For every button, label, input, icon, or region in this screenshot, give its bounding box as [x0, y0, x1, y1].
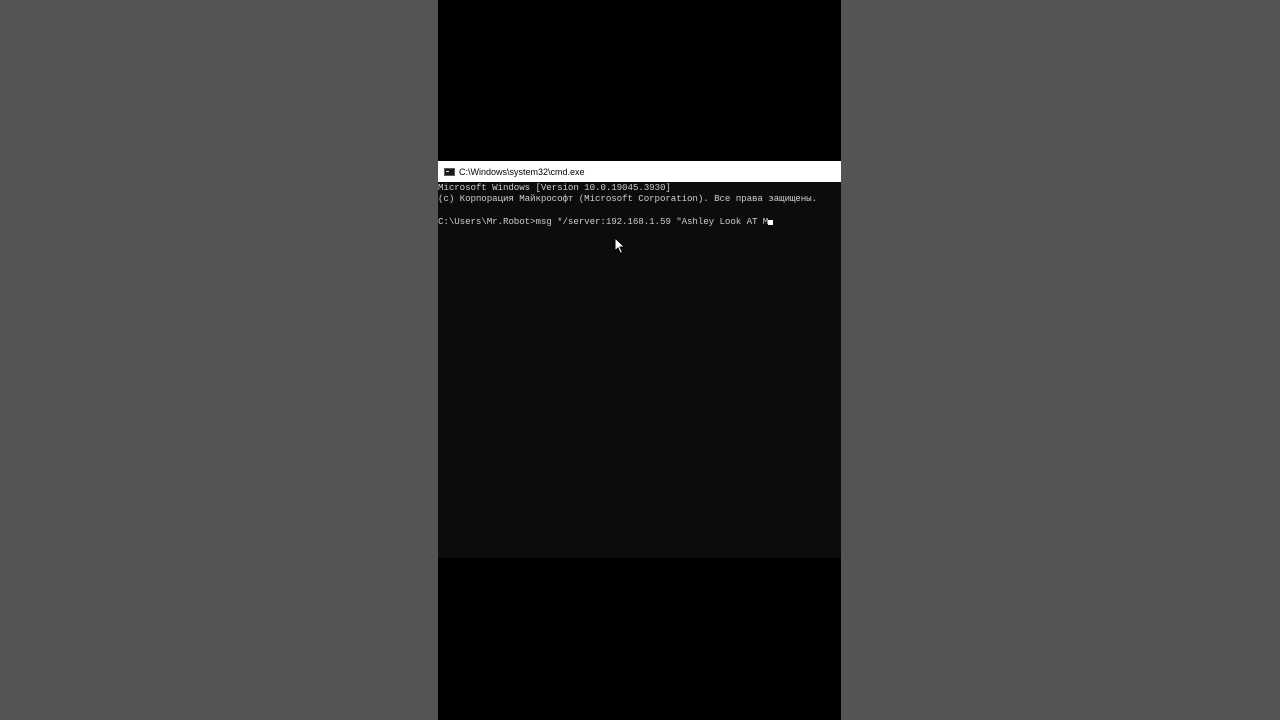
console-output[interactable]: Microsoft Windows [Version 10.0.19045.39… — [438, 182, 841, 558]
cmd-window[interactable]: C:\Windows\system32\cmd.exe Microsoft Wi… — [438, 161, 841, 558]
console-line-copyright: (c) Корпорация Майкрософт (Microsoft Cor… — [438, 193, 817, 205]
window-title: C:\Windows\system32\cmd.exe — [459, 166, 585, 177]
console-command-line[interactable]: C:\Users\Mr.Robot>msg */server:192.168.1… — [438, 216, 841, 227]
cmd-icon — [444, 167, 455, 176]
text-cursor — [768, 219, 774, 225]
mouse-cursor-icon — [614, 237, 626, 255]
console-line-version: Microsoft Windows [Version 10.0.19045.39… — [438, 182, 671, 193]
command-prompt-text: C:\Users\Mr.Robot>msg */server:192.168.1… — [438, 215, 769, 227]
video-frame: C:\Windows\system32\cmd.exe Microsoft Wi… — [438, 0, 841, 720]
title-bar[interactable]: C:\Windows\system32\cmd.exe — [438, 161, 841, 182]
